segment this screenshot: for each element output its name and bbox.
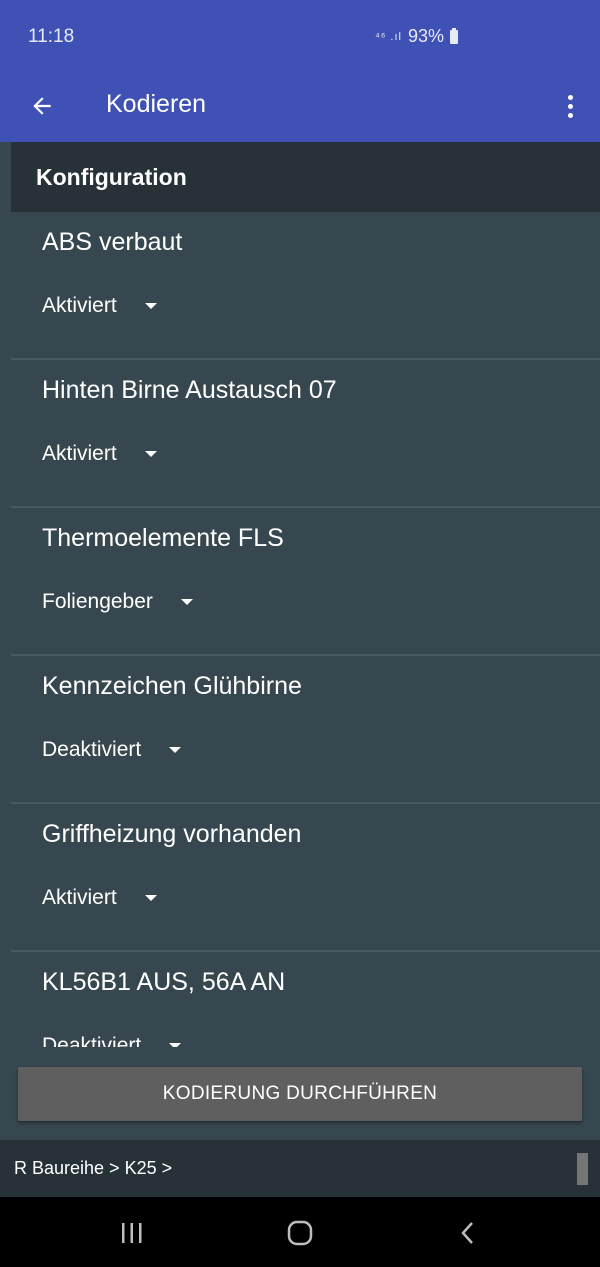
config-label: Thermoelemente FLS	[42, 524, 284, 552]
status-time: 11:18	[28, 26, 75, 47]
back-button[interactable]	[24, 88, 60, 124]
config-label: ABS verbaut	[42, 228, 183, 256]
back-chevron-icon	[461, 1222, 473, 1244]
config-item-kennzeichen: Kennzeichen Glühbirne Deaktiviert	[0, 656, 600, 804]
config-value: Aktiviert	[42, 294, 117, 317]
config-dropdown[interactable]: Aktiviert	[42, 886, 157, 910]
caret-down-icon	[169, 1043, 182, 1047]
config-item-birne: Hinten Birne Austausch 07 Aktiviert	[0, 360, 600, 508]
config-value: Foliengeber	[42, 590, 153, 613]
app-bar: Kodieren	[0, 72, 600, 142]
signal-icon: ⁴⁶ .ıl	[375, 30, 402, 43]
config-label: Kennzeichen Glühbirne	[42, 672, 302, 700]
config-value: Aktiviert	[42, 886, 117, 909]
config-dropdown[interactable]: Aktiviert	[42, 442, 157, 466]
config-dropdown[interactable]: Deaktiviert	[42, 1034, 182, 1047]
page-title: Kodieren	[106, 90, 207, 118]
config-dropdown[interactable]: Foliengeber	[42, 590, 193, 614]
config-item-griffheizung: Griffheizung vorhanden Aktiviert	[0, 804, 600, 952]
system-nav-bar	[0, 1197, 600, 1267]
breadcrumb-bar: R Baureihe > K25 >	[0, 1140, 600, 1197]
scrollbar[interactable]	[577, 1153, 588, 1185]
status-indicators: ⁴⁶ .ıl 93%	[375, 26, 458, 47]
caret-down-icon	[180, 599, 193, 605]
config-list[interactable]: Konfiguration ABS verbaut Aktiviert Hint…	[0, 142, 600, 1047]
config-dropdown[interactable]: Deaktiviert	[42, 738, 182, 762]
config-value: Deaktiviert	[42, 738, 142, 761]
config-item-abs: ABS verbaut Aktiviert	[0, 212, 600, 360]
status-bar: 11:18 ⁴⁶ .ıl 93%	[0, 0, 600, 72]
more-vert-icon[interactable]	[558, 88, 582, 124]
config-label: Hinten Birne Austausch 07	[42, 376, 337, 404]
caret-down-icon	[144, 895, 157, 901]
home-button[interactable]	[280, 1213, 320, 1253]
battery-percent: 93%	[407, 26, 444, 46]
config-item-thermo: Thermoelemente FLS Foliengeber	[0, 508, 600, 656]
section-header: Konfiguration	[11, 142, 600, 212]
caret-down-icon	[169, 747, 182, 753]
caret-down-icon	[144, 451, 157, 457]
recents-icon	[122, 1223, 142, 1243]
home-icon	[287, 1220, 313, 1246]
recents-button[interactable]	[112, 1213, 152, 1253]
config-item-kl56b1: KL56B1 AUS, 56A AN Deaktiviert	[0, 952, 600, 1047]
section-title: Konfiguration	[36, 164, 187, 190]
arrow-left-icon	[33, 97, 51, 115]
caret-down-icon	[144, 303, 157, 309]
config-label: Griffheizung vorhanden	[42, 820, 302, 848]
run-coding-button[interactable]: KODIERUNG DURCHFÜHREN	[18, 1067, 582, 1121]
battery-icon	[450, 27, 458, 44]
breadcrumb[interactable]: R Baureihe > K25 >	[14, 1158, 172, 1179]
config-value: Aktiviert	[42, 442, 117, 465]
config-dropdown[interactable]: Aktiviert	[42, 294, 157, 318]
config-value: Deaktiviert	[42, 1034, 142, 1047]
nav-back-button[interactable]	[448, 1213, 488, 1253]
config-label: KL56B1 AUS, 56A AN	[42, 968, 286, 996]
